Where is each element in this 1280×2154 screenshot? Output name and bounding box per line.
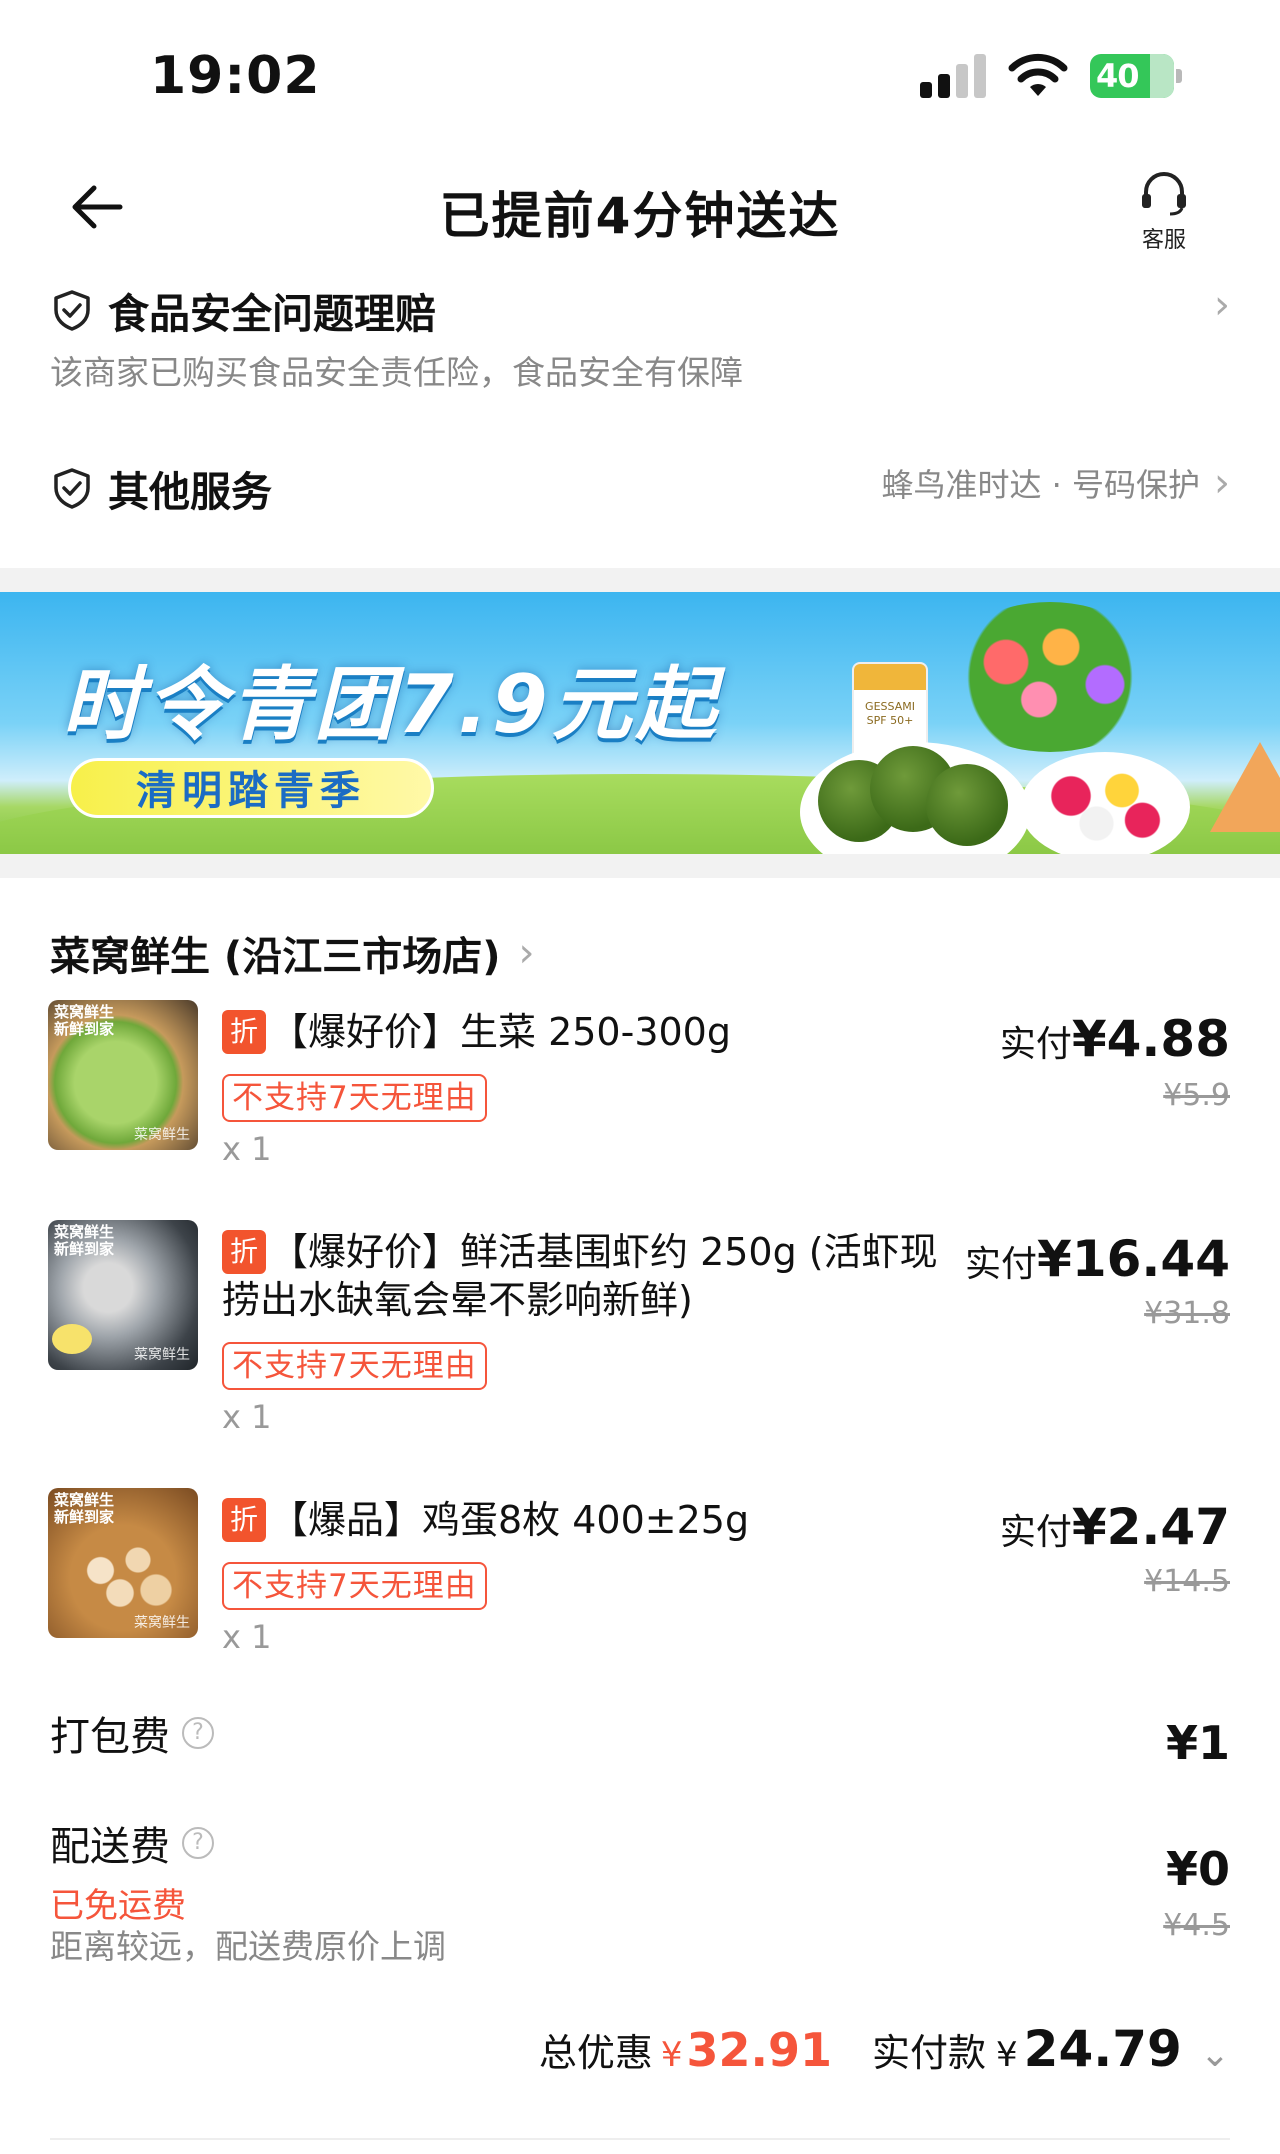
status-bar: 19:02 40 [0,0,1280,140]
discount-total-label: 总优惠 [538,2031,653,2075]
discount-total-value: 32.91 [686,2023,833,2077]
item-paid-price: 实付¥4.88 [1000,1010,1230,1068]
food-safety-title-wrap: 食品安全问题理赔 [50,280,436,340]
item-thumbnail: 菜窝鲜生 新鲜到家 菜窝鲜生 [48,1000,198,1150]
discount-tag: 折 [222,1010,266,1054]
item-quantity: x 1 [222,1618,272,1656]
item-name-wrap: 折【爆好价】生菜 250-300g [222,1008,982,1056]
discount-tag: 折 [222,1230,266,1274]
item-name: 【爆品】鸡蛋8枚 400±25g [270,1498,750,1542]
paid-label: 实付 [965,1244,1038,1285]
other-services-title: 其他服务 [108,468,272,516]
food-safety-title: 食品安全问题理赔 [108,290,436,338]
chevron-right-icon: › [1214,282,1230,328]
status-time: 19:02 [150,46,321,106]
store-name: 菜窝鲜生 (沿江三市场店) [50,934,501,980]
delivery-fee-note: 距离较远，配送费原价上调 [50,1927,446,1966]
other-services-detail: 蜂鸟准时达 · 号码保护 [881,466,1200,504]
item-quantity: x 1 [222,1130,272,1168]
chevron-down-icon[interactable]: ⌄ [1200,2034,1230,2075]
page-title: 已提前4分钟送达 [439,187,841,245]
other-services-title-wrap: 其他服务 [50,458,272,518]
original-price: ¥31.8 [1144,1296,1230,1331]
paid-value: ¥16.44 [1037,1230,1230,1288]
battery-icon: 40 [1090,54,1182,98]
store-link[interactable]: 菜窝鲜生 (沿江三市场店) › [50,924,535,982]
food-safety-subtitle: 该商家已购买食品安全责任险，食品安全有保障 [50,353,743,392]
chevron-right-icon: › [518,930,535,976]
item-thumbnail: 菜窝鲜生 新鲜到家 菜窝鲜生 [48,1488,198,1638]
item-paid-price: 实付¥16.44 [965,1230,1230,1288]
discount-currency: ¥ [660,2035,683,2075]
thumbnail-store-label: 菜窝鲜生 新鲜到家 [54,1003,115,1038]
paid-value: ¥2.47 [1071,1498,1230,1556]
question-icon[interactable]: ? [182,1827,214,1859]
delivery-fee-label: 配送费 [50,1824,170,1870]
item-quantity: x 1 [222,1398,272,1436]
discount-tag: 折 [222,1498,266,1542]
qingtuan-plate-image [800,742,1030,854]
delivery-fee-value: ¥0 [1165,1842,1230,1896]
section-divider [0,568,1280,592]
food-safety-chevron-wrap: › [1200,282,1230,328]
thumbnail-watermark: 菜窝鲜生 [134,1347,190,1363]
order-detail-page: 19:02 40 已提前4分钟送达 客服 食品安全问题理赔 该商家已购买食品安全… [0,0,1280,2154]
headset-icon [1142,172,1186,216]
paid-total-currency: ¥ [996,2035,1018,2075]
header: 已提前4分钟送达 客服 [0,150,1280,270]
shield-check-icon [54,290,90,331]
paid-value: ¥4.88 [1071,1010,1230,1068]
no-return-badge: 不支持7天无理由 [222,1342,487,1390]
order-summary[interactable]: 总优惠 ¥ 32.91 实付款 ¥ 24.79 ⌄ [539,2020,1230,2078]
paid-label: 实付 [999,1024,1072,1065]
item-name: 【爆好价】生菜 250-300g [270,1010,731,1054]
wifi-icon [1008,53,1068,96]
question-icon[interactable]: ? [182,1717,214,1749]
thumbnail-store-label: 菜窝鲜生 新鲜到家 [54,1223,115,1258]
no-return-badge: 不支持7天无理由 [222,1562,487,1610]
packing-fee-value: ¥1 [1165,1716,1230,1770]
packing-fee-label-wrap: 打包费 ? [50,1704,214,1762]
section-divider [0,854,1280,878]
thumbnail-store-label: 菜窝鲜生 新鲜到家 [54,1491,115,1526]
delivery-fee-label-wrap: 配送费 ? [50,1814,214,1872]
original-price: ¥14.5 [1144,1564,1230,1599]
packing-fee-label: 打包费 [50,1714,170,1760]
paid-total-label: 实付款 [872,2031,987,2075]
other-services-detail-wrap: 蜂鸟准时达 · 号码保护 › [881,460,1230,506]
banner-title: 时令青团7.9元起 [62,658,720,751]
item-name: 【爆好价】鲜活基围虾约 250g (活虾现捞出水缺氧会晕不影响新鲜) [222,1230,938,1322]
shield-check-icon [54,468,90,509]
sunscreen-label: GESSAMI SPF 50+ [865,700,915,727]
promo-banner[interactable]: 时令青团7.9元起 清明踏青季 GESSAMI SPF 50+ [0,592,1280,854]
fruit-plate-image [1020,752,1190,854]
item-name-wrap: 折【爆品】鸡蛋8枚 400±25g [222,1496,982,1544]
battery-level: 40 [1096,57,1140,95]
item-thumbnail: 菜窝鲜生 新鲜到家 菜窝鲜生 [48,1220,198,1370]
paid-total-value: 24.79 [1023,2020,1182,2078]
paid-label: 实付 [999,1512,1072,1553]
customer-service-label: 客服 [1141,228,1186,253]
item-name-wrap: 折【爆好价】鲜活基围虾约 250g (活虾现捞出水缺氧会晕不影响新鲜) [222,1228,962,1324]
thumbnail-watermark: 菜窝鲜生 [134,1127,190,1143]
original-price: ¥5.9 [1163,1078,1230,1113]
item-paid-price: 实付¥2.47 [1000,1498,1230,1556]
chevron-right-icon: › [1214,460,1230,506]
delivery-fee-original: ¥4.5 [1163,1908,1230,1943]
tent-image [1210,742,1280,832]
flower-bouquet-image [940,602,1160,752]
customer-service-button[interactable]: 客服 [1132,168,1196,258]
no-return-badge: 不支持7天无理由 [222,1074,487,1122]
banner-subtitle: 清明踏青季 [68,758,434,818]
thumbnail-watermark: 菜窝鲜生 [134,1615,190,1631]
bottom-divider [50,2138,1230,2140]
cellular-signal-icon [920,54,990,98]
